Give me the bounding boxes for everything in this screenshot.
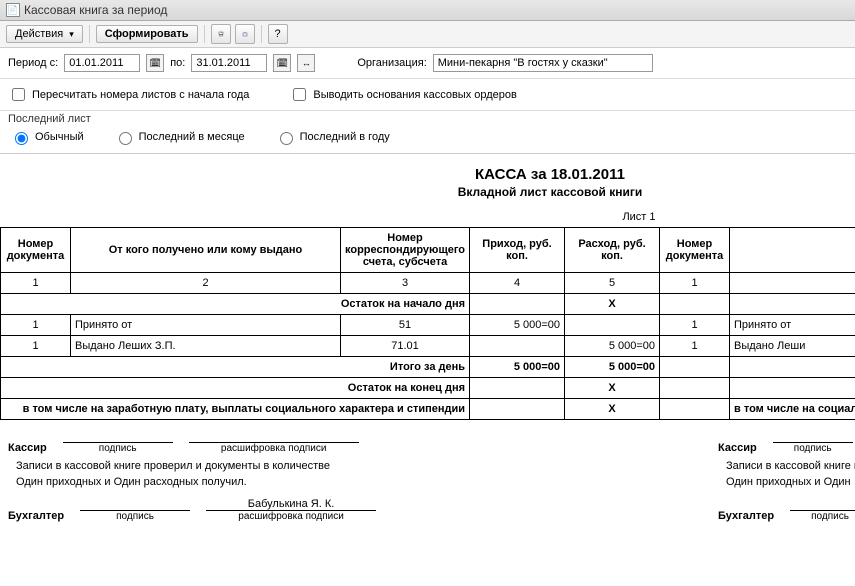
col-who: От кого получено или кому выдано	[71, 228, 341, 273]
last-sheet-month-radio[interactable]	[119, 132, 132, 145]
close-balance-row: Остаток на конец дня X	[1, 378, 855, 399]
cashier-label: Кассир	[8, 442, 47, 454]
report-area[interactable]: КАССА за 18.01.2011 Вкладной лист кассов…	[0, 154, 855, 524]
signatures-block: Кассир подпись расшифровка подписи Запис…	[0, 420, 855, 524]
report-subtitle: Вкладной лист кассовой книги	[0, 185, 855, 207]
last-sheet-group: Обычный Последний в месяце Последний в г…	[0, 125, 855, 154]
period-to-label: по:	[170, 57, 185, 69]
app-icon: 📄	[6, 3, 20, 17]
period-to-input[interactable]	[191, 54, 267, 72]
show-basis-label: Выводить основания кассовых ордеров	[313, 89, 516, 101]
last-sheet-normal-radio[interactable]	[15, 132, 28, 145]
cashier-label-2: Кассир	[718, 442, 757, 454]
actions-menu[interactable]: Действия	[6, 25, 83, 43]
check-text-2: Один приходных и Один расходных получил.	[8, 476, 688, 492]
calendar-from-icon[interactable]: 🗓	[146, 54, 164, 72]
col-who2: От кого п	[730, 228, 855, 273]
settings-icon[interactable]	[235, 24, 255, 44]
accountant-label-2: Бухгалтер	[718, 510, 774, 522]
col-income: Приход, руб. коп.	[470, 228, 565, 273]
accountant-name: Бабулькина Я. К.	[206, 498, 376, 511]
recalc-numbers-checkbox[interactable]	[12, 88, 25, 101]
table-row: 1 Принято от 51 5 000=00 1 Принято от	[1, 315, 855, 336]
open-balance-row: Остаток на начало дня X	[1, 294, 855, 315]
form-report-button[interactable]: Сформировать	[96, 25, 198, 43]
toolbar-divider	[261, 25, 262, 43]
col-doc-num2: Номер документа	[660, 228, 730, 273]
recalc-numbers-label: Пересчитать номера листов с начала года	[32, 89, 249, 101]
report-title: КАССА за 18.01.2011	[0, 154, 855, 185]
window-title-bar: 📄 Кассовая книга за период	[0, 0, 855, 21]
col-expense: Расход, руб. коп.	[565, 228, 660, 273]
col-doc-num: Номер документа	[1, 228, 71, 273]
sheet-label: Лист 1	[565, 207, 660, 228]
period-from-label: Период с:	[8, 57, 58, 69]
options-bar: Пересчитать номера листов с начала года …	[0, 79, 855, 111]
check-text-1b: Записи в кассовой книге пр	[718, 456, 855, 476]
col-corr-acc: Номер корреспондирующего счета, субсчета	[341, 228, 470, 273]
accountant-label: Бухгалтер	[8, 510, 64, 522]
print-icon[interactable]	[211, 24, 231, 44]
report-table: Лист 1 Номер документа От кого получено …	[0, 207, 855, 420]
org-label: Организация:	[357, 57, 426, 69]
toolbar-divider	[204, 25, 205, 43]
help-icon[interactable]: ?	[268, 24, 288, 44]
check-text-2b: Один приходных и Один	[718, 476, 855, 492]
org-input[interactable]	[433, 54, 653, 72]
period-from-input[interactable]	[64, 54, 140, 72]
incl-row: в том числе на заработную плату, выплаты…	[1, 399, 855, 420]
calendar-to-icon[interactable]: 🗓	[273, 54, 291, 72]
toolbar: Действия Сформировать ?	[0, 21, 855, 48]
window-title: Кассовая книга за период	[24, 3, 167, 17]
toolbar-divider	[89, 25, 90, 43]
day-total-row: Итого за день 5 000=00 5 000=00	[1, 357, 855, 378]
col-number-row: 1 2 3 4 5 1	[1, 273, 855, 294]
period-select-icon[interactable]: ↔	[297, 54, 315, 72]
table-row: 1 Выдано Леших З.П. 71.01 5 000=00 1 Выд…	[1, 336, 855, 357]
check-text-1: Записи в кассовой книге проверил и докум…	[8, 456, 688, 476]
show-basis-checkbox[interactable]	[293, 88, 306, 101]
last-sheet-legend: Последний лист	[0, 111, 855, 125]
last-sheet-year-radio[interactable]	[280, 132, 293, 145]
period-params: Период с: 🗓 по: 🗓 ↔ Организация:	[0, 48, 855, 79]
